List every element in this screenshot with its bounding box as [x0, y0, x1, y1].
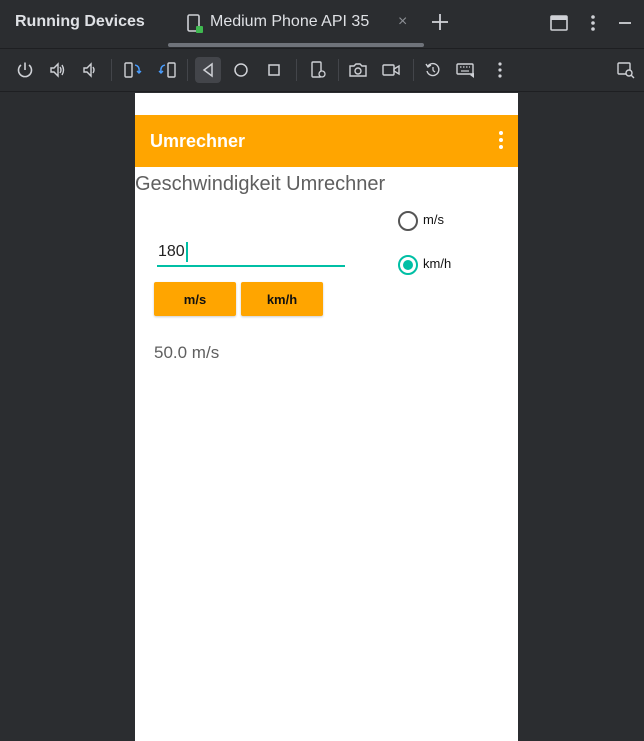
app-bar: Umrechner [135, 115, 518, 167]
tab-medium-phone[interactable]: Medium Phone API 35 × [180, 0, 424, 48]
phone-screen: Umrechner Geschwindigkeit Umrechner 180 … [135, 93, 518, 741]
device-settings-button[interactable] [305, 57, 331, 83]
radio-kmh-circle [398, 255, 418, 275]
overview-button[interactable] [261, 57, 287, 83]
device-icon [187, 14, 203, 33]
minimize-icon[interactable] [614, 12, 636, 34]
rotate-right-icon [158, 62, 176, 78]
speed-input[interactable]: 180 [157, 239, 345, 267]
more-options-icon[interactable] [582, 12, 604, 34]
rotate-left-button[interactable] [120, 57, 146, 83]
screen-record-icon [382, 64, 400, 76]
power-icon [17, 62, 33, 78]
inspect-button[interactable] [613, 57, 639, 83]
keyboard-button[interactable] [453, 57, 479, 83]
home-icon [234, 63, 248, 77]
speed-input-value: 180 [158, 243, 185, 260]
device-toolbar [0, 49, 644, 92]
convert-ms-button[interactable]: m/s [154, 282, 236, 316]
camera-icon [349, 63, 367, 77]
title-bar: Running Devices Medium Phone API 35 × [0, 0, 644, 49]
convert-kmh-button[interactable]: km/h [241, 282, 323, 316]
add-tab-icon[interactable] [430, 10, 450, 34]
overflow-menu-icon[interactable] [498, 131, 504, 151]
overview-icon [268, 64, 280, 76]
screen-record-button[interactable] [378, 57, 404, 83]
text-cursor [186, 242, 188, 262]
result-text: 50.0 m/s [154, 343, 220, 362]
rotate-left-icon [124, 62, 142, 78]
toolbar-more-button[interactable] [487, 57, 513, 83]
rotate-right-button[interactable] [154, 57, 180, 83]
window-layout-icon[interactable] [548, 12, 570, 34]
app-title: Umrechner [150, 131, 246, 151]
volume-down-button[interactable] [77, 57, 103, 83]
radio-kmh-label: km/h [423, 256, 452, 271]
home-button[interactable] [228, 57, 254, 83]
reset-button[interactable] [420, 57, 446, 83]
toolbar-separator [111, 59, 112, 81]
toolbar-separator [413, 59, 414, 81]
volume-up-icon [50, 62, 65, 78]
layout-inspector-icon [617, 62, 635, 79]
tab-label: Medium Phone API 35 [210, 13, 370, 30]
back-icon [202, 62, 213, 78]
volume-up-button[interactable] [45, 57, 71, 83]
volume-down-icon [83, 62, 95, 78]
input-underline [157, 265, 345, 267]
back-button[interactable] [195, 57, 221, 83]
reset-icon [425, 62, 440, 77]
radio-ms-label: m/s [423, 212, 444, 227]
toolbar-separator [187, 59, 188, 81]
tab-close-button[interactable]: × [398, 13, 407, 31]
more-vert-icon [498, 62, 502, 78]
tab-active-indicator [168, 43, 424, 47]
device-settings-icon [311, 61, 326, 78]
toolbar-separator [296, 59, 297, 81]
toolbar-separator [338, 59, 339, 81]
power-button[interactable] [12, 57, 38, 83]
screenshot-button[interactable] [345, 57, 371, 83]
panel-title: Running Devices [15, 13, 145, 30]
keyboard-icon [456, 63, 474, 78]
page-heading: Geschwindigkeit Umrechner [135, 173, 386, 195]
radio-ms-circle [398, 211, 418, 231]
